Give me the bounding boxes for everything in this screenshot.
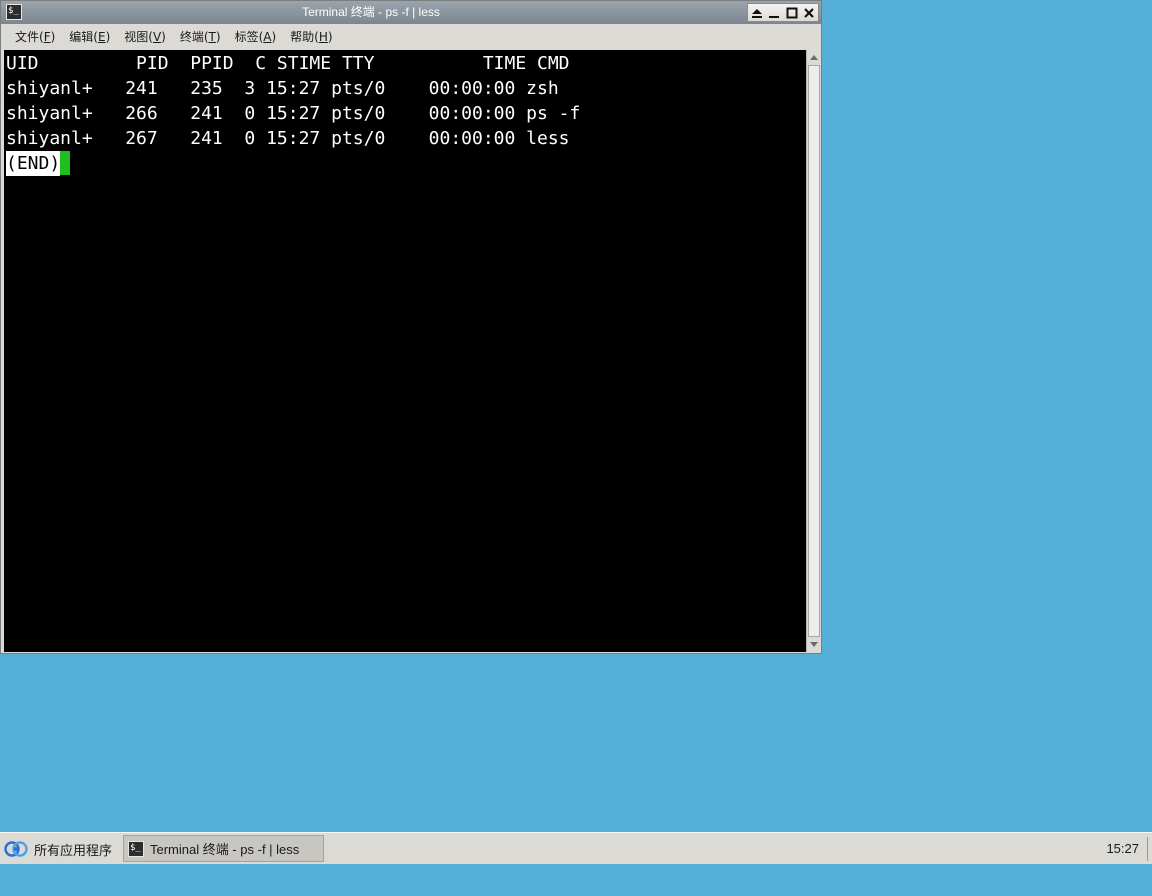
terminal-output[interactable]: UID PID PPID C STIME TTY TIME CMD shiyan…	[4, 50, 806, 652]
pager-end-marker: (END)	[6, 151, 61, 176]
menu-tabs[interactable]: 标签(A)	[228, 25, 284, 49]
taskbar-window-button[interactable]: $_ Terminal 终端 - ps -f | less	[123, 835, 324, 862]
taskbar: 所有应用程序 $_ Terminal 终端 - ps -f | less 15:…	[0, 832, 1152, 864]
vertical-scrollbar[interactable]	[806, 50, 821, 652]
process-line: shiyanl+ 266 241 0 15:27 pts/0 00:00:00 …	[6, 103, 581, 124]
clock[interactable]: 15:27	[1106, 833, 1139, 865]
scroll-up-icon[interactable]	[807, 50, 821, 64]
window-title: Terminal 终端 - ps -f | less	[302, 5, 440, 19]
menu-help[interactable]: 帮助(H)	[283, 25, 339, 49]
maximize-icon[interactable]	[785, 6, 799, 20]
desktop: $_ Terminal 终端 - ps -f | less 文件(F) 编辑(E…	[0, 0, 1152, 896]
shade-icon[interactable]	[750, 6, 764, 20]
scroll-down-icon[interactable]	[807, 638, 821, 652]
scrollbar-thumb[interactable]	[808, 65, 820, 637]
tray-separator	[1147, 837, 1148, 861]
distro-logo-icon	[4, 841, 28, 857]
taskbar-window-label: Terminal 终端 - ps -f | less	[150, 842, 300, 857]
title-bar[interactable]: $_ Terminal 终端 - ps -f | less	[1, 1, 821, 24]
process-line: shiyanl+ 267 241 0 15:27 pts/0 00:00:00 …	[6, 128, 570, 149]
window-controls	[747, 3, 819, 22]
process-line: shiyanl+ 241 235 3 15:27 pts/0 00:00:00 …	[6, 78, 559, 99]
menu-view[interactable]: 视图(V)	[117, 25, 173, 49]
menu-edit[interactable]: 编辑(E)	[62, 25, 117, 49]
applications-menu-button[interactable]: 所有应用程序	[4, 836, 112, 862]
terminal-cursor	[60, 151, 71, 175]
menu-file[interactable]: 文件(F)	[8, 25, 62, 49]
close-icon[interactable]	[802, 6, 816, 20]
menu-bar: 文件(F) 编辑(E) 视图(V) 终端(T) 标签(A) 帮助(H)	[1, 25, 821, 49]
pager-status-line: (END)	[6, 151, 806, 176]
terminal-icon: $_	[128, 840, 144, 857]
ps-header-line: UID PID PPID C STIME TTY TIME CMD	[6, 53, 570, 74]
terminal-window: $_ Terminal 终端 - ps -f | less 文件(F) 编辑(E…	[0, 0, 822, 654]
applications-menu-label: 所有应用程序	[34, 843, 113, 859]
menu-terminal[interactable]: 终端(T)	[173, 25, 228, 49]
minimize-icon[interactable]	[767, 6, 781, 20]
